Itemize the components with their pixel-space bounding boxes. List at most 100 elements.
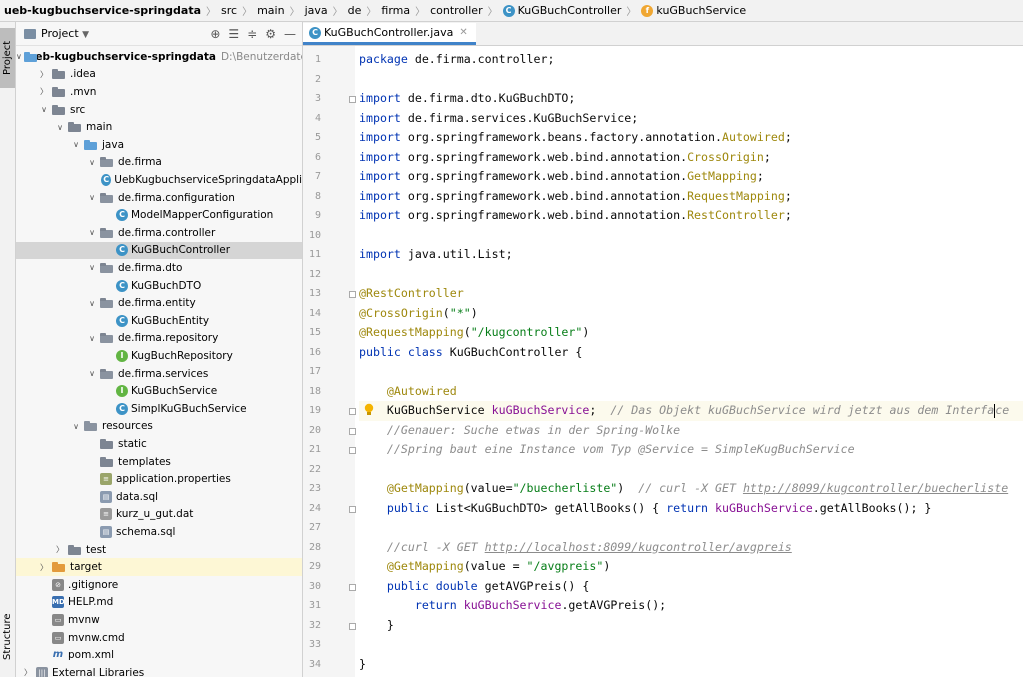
tree-item[interactable]: ∨ src — [16, 101, 302, 119]
lightbulb-icon[interactable] — [363, 403, 375, 417]
hide-panel-icon[interactable]: — — [284, 27, 296, 41]
tree-item[interactable]: C ModelMapperConfiguration — [16, 206, 302, 224]
code-line: @GetMapping(value = "/avgpreis") — [359, 557, 1023, 577]
tree-item[interactable]: ∨ de.firma.services — [16, 365, 302, 383]
class-icon: C — [116, 244, 128, 257]
tree-item[interactable]: m pom.xml — [16, 646, 302, 664]
tree-item[interactable]: ∨ main — [16, 118, 302, 136]
tree-item[interactable]: static — [16, 435, 302, 453]
breadcrumb-item[interactable]: java — [305, 4, 328, 17]
tree-item[interactable]: ≡ application.properties — [16, 470, 302, 488]
tree-item-label: .idea — [70, 68, 96, 81]
chevron-down-icon[interactable]: ∨ — [86, 334, 98, 343]
tree-item[interactable]: 〉 .mvn — [16, 83, 302, 101]
tree-item[interactable]: C KuGBuchController — [16, 241, 302, 260]
project-tool-tab[interactable]: Project — [0, 28, 15, 88]
tree-item[interactable]: ∨ de.firma.dto — [16, 259, 302, 277]
fold-marker-icon[interactable] — [349, 505, 356, 513]
tree-item[interactable]: ▭ mvnw — [16, 611, 302, 629]
code-token: import — [359, 169, 408, 183]
tree-item[interactable]: I KugBuchRepository — [16, 347, 302, 365]
tree-item[interactable]: C SimplKuGBuchService — [16, 400, 302, 418]
fold-marker-icon[interactable] — [349, 96, 356, 103]
tree-item[interactable]: 〉 ||| External Libraries — [16, 664, 302, 677]
fold-marker-icon[interactable] — [349, 583, 356, 591]
line-number: 5 — [314, 132, 321, 143]
tree-item[interactable]: ▭ mvnw.cmd — [16, 629, 302, 647]
chevron-right-icon[interactable]: 〉 — [38, 69, 50, 80]
breadcrumb-item[interactable]: de — [348, 4, 362, 17]
line-number: 34 — [308, 658, 321, 670]
fold-marker-icon[interactable] — [349, 291, 356, 298]
code-token: List<KuGBuchDTO> getAllBooks() { — [435, 500, 667, 515]
chevron-down-icon[interactable]: ∨ — [70, 140, 82, 149]
tree-item-label: KuGBuchDTO — [131, 279, 202, 292]
fold-marker-icon[interactable] — [349, 408, 356, 415]
breadcrumb-separator-icon: 〉 — [626, 7, 637, 18]
line-number: 15 — [308, 327, 321, 338]
collapse-all-icon[interactable]: ≑ — [247, 27, 257, 41]
chevron-down-icon[interactable]: ∨ — [38, 105, 50, 114]
chevron-down-icon[interactable]: ∨ — [86, 228, 98, 237]
chevron-down-icon[interactable]: ∨ — [70, 422, 82, 431]
code-token: ; — [763, 149, 771, 164]
tree-item[interactable]: ∨ de.firma — [16, 154, 302, 172]
line-number: 32 — [308, 619, 321, 631]
chevron-right-icon[interactable]: 〉 — [22, 667, 34, 677]
editor-tab-kugbuchcontroller[interactable]: C KuGBuchController.java ✕ — [303, 23, 476, 45]
breadcrumb-item[interactable]: C KuGBuchController — [502, 4, 621, 17]
fold-marker-icon[interactable] — [349, 622, 356, 630]
breadcrumb-item[interactable]: ueb-kugbuchservice-springdata — [4, 4, 201, 17]
chevron-down-icon[interactable]: ∨ — [86, 158, 98, 167]
tree-item[interactable]: ∨ ueb-kugbuchservice-springdata D:\Benutze… — [16, 48, 302, 66]
tree-item[interactable]: 〉 test — [16, 541, 302, 559]
tree-item[interactable]: ⊘ .gitignore — [16, 576, 302, 594]
chevron-down-icon[interactable]: ∨ — [86, 369, 98, 378]
project-tool-tab-label: Project — [2, 40, 13, 76]
close-icon[interactable]: ✕ — [459, 27, 467, 38]
tree-item[interactable]: templates — [16, 453, 302, 471]
chevron-down-icon[interactable]: ∨ — [54, 123, 66, 132]
tree-item[interactable]: ∨ de.firma.controller — [16, 224, 302, 242]
breadcrumb-item[interactable]: firma — [381, 4, 410, 17]
tree-item[interactable]: C UebKugbuchserviceSpringdataAppli — [16, 171, 302, 189]
tree-item-label: UebKugbuchserviceSpringdataAppli — [114, 173, 302, 186]
fold-marker-icon[interactable] — [349, 447, 356, 454]
breadcrumb-item[interactable]: src — [221, 4, 237, 17]
chevron-right-icon[interactable]: 〉 — [38, 86, 50, 97]
tree-item[interactable]: ≡ kurz_u_gut.dat — [16, 506, 302, 524]
chevron-down-icon[interactable]: ∨ — [86, 263, 98, 272]
tree-item[interactable]: ∨ resources — [16, 418, 302, 436]
structure-tool-tab[interactable]: Structure — [0, 602, 15, 672]
tree-item[interactable]: ▤ schema.sql — [16, 523, 302, 541]
code-token: org.springframework.web.bind.annotation. — [407, 208, 688, 222]
tree-item[interactable]: C KuGBuchEntity — [16, 312, 302, 330]
tree-item[interactable]: 〉 .idea — [16, 66, 302, 84]
project-view-dropdown[interactable]: Project ▼ — [41, 27, 89, 40]
breadcrumb-item[interactable]: controller — [430, 4, 482, 17]
tree-item[interactable]: ∨ de.firma.repository — [16, 330, 302, 348]
tree-item[interactable]: I KuGBuchService — [16, 382, 302, 400]
breadcrumb-item[interactable]: main — [257, 4, 284, 17]
line-number: 2 — [314, 73, 321, 85]
tree-item[interactable]: ∨ de.firma.configuration — [16, 189, 302, 207]
code-area[interactable]: package de.firma.controller; import de.fi… — [359, 46, 1023, 677]
breadcrumb-item[interactable]: f kuGBuchService — [641, 4, 746, 17]
chevron-right-icon[interactable]: 〉 — [38, 562, 50, 573]
chevron-right-icon[interactable]: 〉 — [54, 544, 66, 555]
chevron-down-icon[interactable]: ∨ — [16, 52, 22, 61]
tree-item[interactable]: MD HELP.md — [16, 594, 302, 612]
expand-all-icon[interactable]: ☰ — [228, 27, 239, 41]
gear-icon[interactable]: ⚙ — [265, 27, 276, 41]
tree-item[interactable]: 〉 target — [16, 558, 302, 576]
tree-item[interactable]: C KuGBuchDTO — [16, 277, 302, 295]
tree-item[interactable]: ∨ java — [16, 136, 302, 154]
chevron-down-icon[interactable]: ∨ — [86, 193, 98, 202]
locate-file-icon[interactable]: ⊕ — [210, 27, 220, 41]
tree-item[interactable]: ▤ data.sql — [16, 488, 302, 506]
fold-marker-icon[interactable] — [349, 427, 356, 435]
tree-item[interactable]: ∨ de.firma.entity — [16, 294, 302, 312]
code-token: //curl -X GET — [386, 539, 485, 554]
chevron-down-icon[interactable]: ∨ — [86, 299, 98, 308]
